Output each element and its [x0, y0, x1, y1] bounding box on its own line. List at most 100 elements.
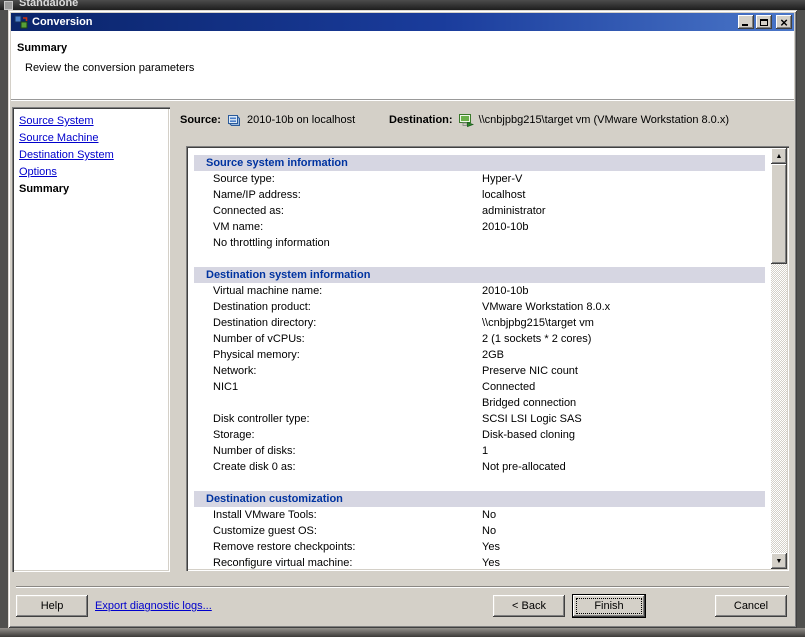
row-value: No [482, 525, 497, 537]
row-value: Connected [482, 381, 536, 393]
row-value: \\cnbjpbg215\target vm [482, 317, 594, 329]
sidebar-item-source-machine[interactable]: Source Machine [12, 130, 170, 147]
summary-panel: Source system information Source type: Hyp… [186, 146, 789, 571]
footer-separator [16, 586, 789, 588]
summary-row: Disk controller type: SCSI LSI Logic SAS [188, 411, 771, 427]
parent-window-bottom-edge [0, 628, 805, 637]
source-label: Source: [180, 114, 221, 126]
summary-row: Source type: Hyper-V [188, 171, 771, 187]
section-header: Source system information [194, 155, 765, 171]
row-label: Number of vCPUs: [213, 333, 305, 345]
source-summary: Source: 2010-10b on localhost [180, 111, 355, 129]
row-value: localhost [482, 189, 526, 201]
row-label: Destination product: [213, 301, 311, 313]
row-label: No throttling information [213, 237, 330, 249]
parent-window-titlebar: Standalone [0, 0, 805, 10]
dialog-titlebar[interactable]: Conversion × [11, 13, 794, 31]
summary-row: Destination product: VMware Workstation 8… [188, 299, 771, 315]
export-diagnostic-logs-link[interactable]: Export diagnostic logs... [95, 595, 212, 617]
row-value: Preserve NIC count [482, 365, 578, 377]
summary-row: Install VMware Tools: No [188, 507, 771, 523]
row-label: Virtual machine name: [213, 285, 323, 297]
summary-row: Network: Preserve NIC count [188, 363, 771, 379]
summary-section: Destination system information Virtual ma… [188, 267, 771, 475]
back-button[interactable]: < Back [493, 595, 565, 617]
row-label: Network: [213, 365, 257, 377]
summary-section: Source system information Source type: Hyp… [188, 155, 771, 251]
cancel-button[interactable]: Cancel [715, 595, 787, 617]
converter-app-icon [14, 15, 28, 29]
row-value: 2 (1 sockets * 2 cores) [482, 333, 592, 345]
summary-row: Virtual machine name: 2010-10b [188, 283, 771, 299]
row-value: 2010-10b [482, 285, 529, 297]
row-value: Yes [482, 557, 500, 569]
row-value: No [482, 509, 497, 521]
minimize-button[interactable] [738, 15, 754, 29]
dialog-title: Conversion [32, 16, 93, 28]
sidebar-nav: Source System Source Machine Destination S… [12, 107, 170, 572]
row-label: Install VMware Tools: [213, 509, 317, 521]
finish-button[interactable]: Finish [573, 595, 645, 617]
sidebar-item-destination-system[interactable]: Destination System [12, 147, 170, 164]
source-value: 2010-10b on localhost [246, 114, 356, 126]
summary-section: Destination customization Install VMware … [188, 491, 771, 569]
summary-row: Customize guest OS: No [188, 523, 771, 539]
row-value: VMware Workstation 8.0.x [482, 301, 611, 313]
minimize-icon [742, 24, 748, 26]
summary-row: Reconfigure virtual machine: Yes [188, 555, 771, 569]
row-label: VM name: [213, 221, 264, 233]
page-subtitle: Review the conversion parameters [25, 62, 195, 74]
row-value: administrator [482, 205, 546, 217]
destination-summary: Destination: \\cnbjpbg215\target vm (VMw… [389, 111, 729, 129]
conversion-dialog: Conversion × Summary Review the conversi… [8, 10, 797, 628]
row-label: Create disk 0 as: [213, 461, 296, 473]
row-value: Bridged connection [482, 397, 577, 409]
row-label: Disk controller type: [213, 413, 310, 425]
summary-sections: Source system information Source type: Hyp… [188, 148, 771, 569]
close-icon: × [780, 14, 788, 30]
row-value: Not pre-allocated [482, 461, 566, 473]
parent-app-icon [4, 1, 13, 10]
row-label: Source type: [213, 173, 275, 185]
scrollbar-thumb[interactable] [771, 164, 787, 264]
maximize-icon [760, 18, 768, 26]
destination-value: \\cnbjpbg215\target vm (VMware Workstati… [478, 114, 730, 126]
summary-row: Destination directory: \\cnbjpbg215\targe… [188, 315, 771, 331]
summary-row: Remove restore checkpoints: Yes [188, 539, 771, 555]
sidebar-item-summary: Summary [19, 183, 70, 195]
scroll-up-button[interactable]: ▲ [771, 148, 787, 164]
row-label: Reconfigure virtual machine: [213, 557, 353, 569]
row-label: Remove restore checkpoints: [213, 541, 356, 553]
summary-row: Connected as: administrator [188, 203, 771, 219]
sidebar-item-options[interactable]: Options [12, 164, 170, 181]
source-host-icon [226, 112, 242, 128]
scroll-down-icon: ▼ [775, 557, 783, 565]
destination-label: Destination: [389, 114, 453, 126]
parent-window-title: Standalone [19, 0, 79, 9]
close-button[interactable]: × [776, 15, 792, 29]
row-label: Name/IP address: [213, 189, 301, 201]
row-label: NIC1 [213, 381, 239, 393]
row-value: SCSI LSI Logic SAS [482, 413, 582, 425]
section-header: Destination customization [194, 491, 765, 507]
scroll-up-icon: ▲ [775, 152, 783, 160]
summary-row: No throttling information [188, 235, 771, 251]
row-value: Yes [482, 541, 500, 553]
row-label: Physical memory: [213, 349, 300, 361]
desktop: { "parent_window": { "title_visible": "S… [0, 0, 805, 637]
row-label: Storage: [213, 429, 255, 441]
source-destination-bar: Source: 2010-10b on localhost Destinatio… [178, 111, 791, 129]
row-label: Destination directory: [213, 317, 317, 329]
section-header: Destination system information [194, 267, 765, 283]
sidebar-item-source-system[interactable]: Source System [12, 113, 170, 130]
help-button[interactable]: Help [16, 595, 88, 617]
summary-row: Name/IP address: localhost [188, 187, 771, 203]
summary-row: Number of disks: 1 [188, 443, 771, 459]
scroll-down-button[interactable]: ▼ [771, 553, 787, 569]
row-value: Disk-based cloning [482, 429, 575, 441]
summary-row: NIC1 Connected [188, 379, 771, 395]
row-value: Hyper-V [482, 173, 523, 185]
vertical-scrollbar[interactable]: ▲ ▼ [771, 148, 787, 569]
row-value: 1 [482, 445, 489, 457]
maximize-button[interactable] [756, 15, 772, 29]
